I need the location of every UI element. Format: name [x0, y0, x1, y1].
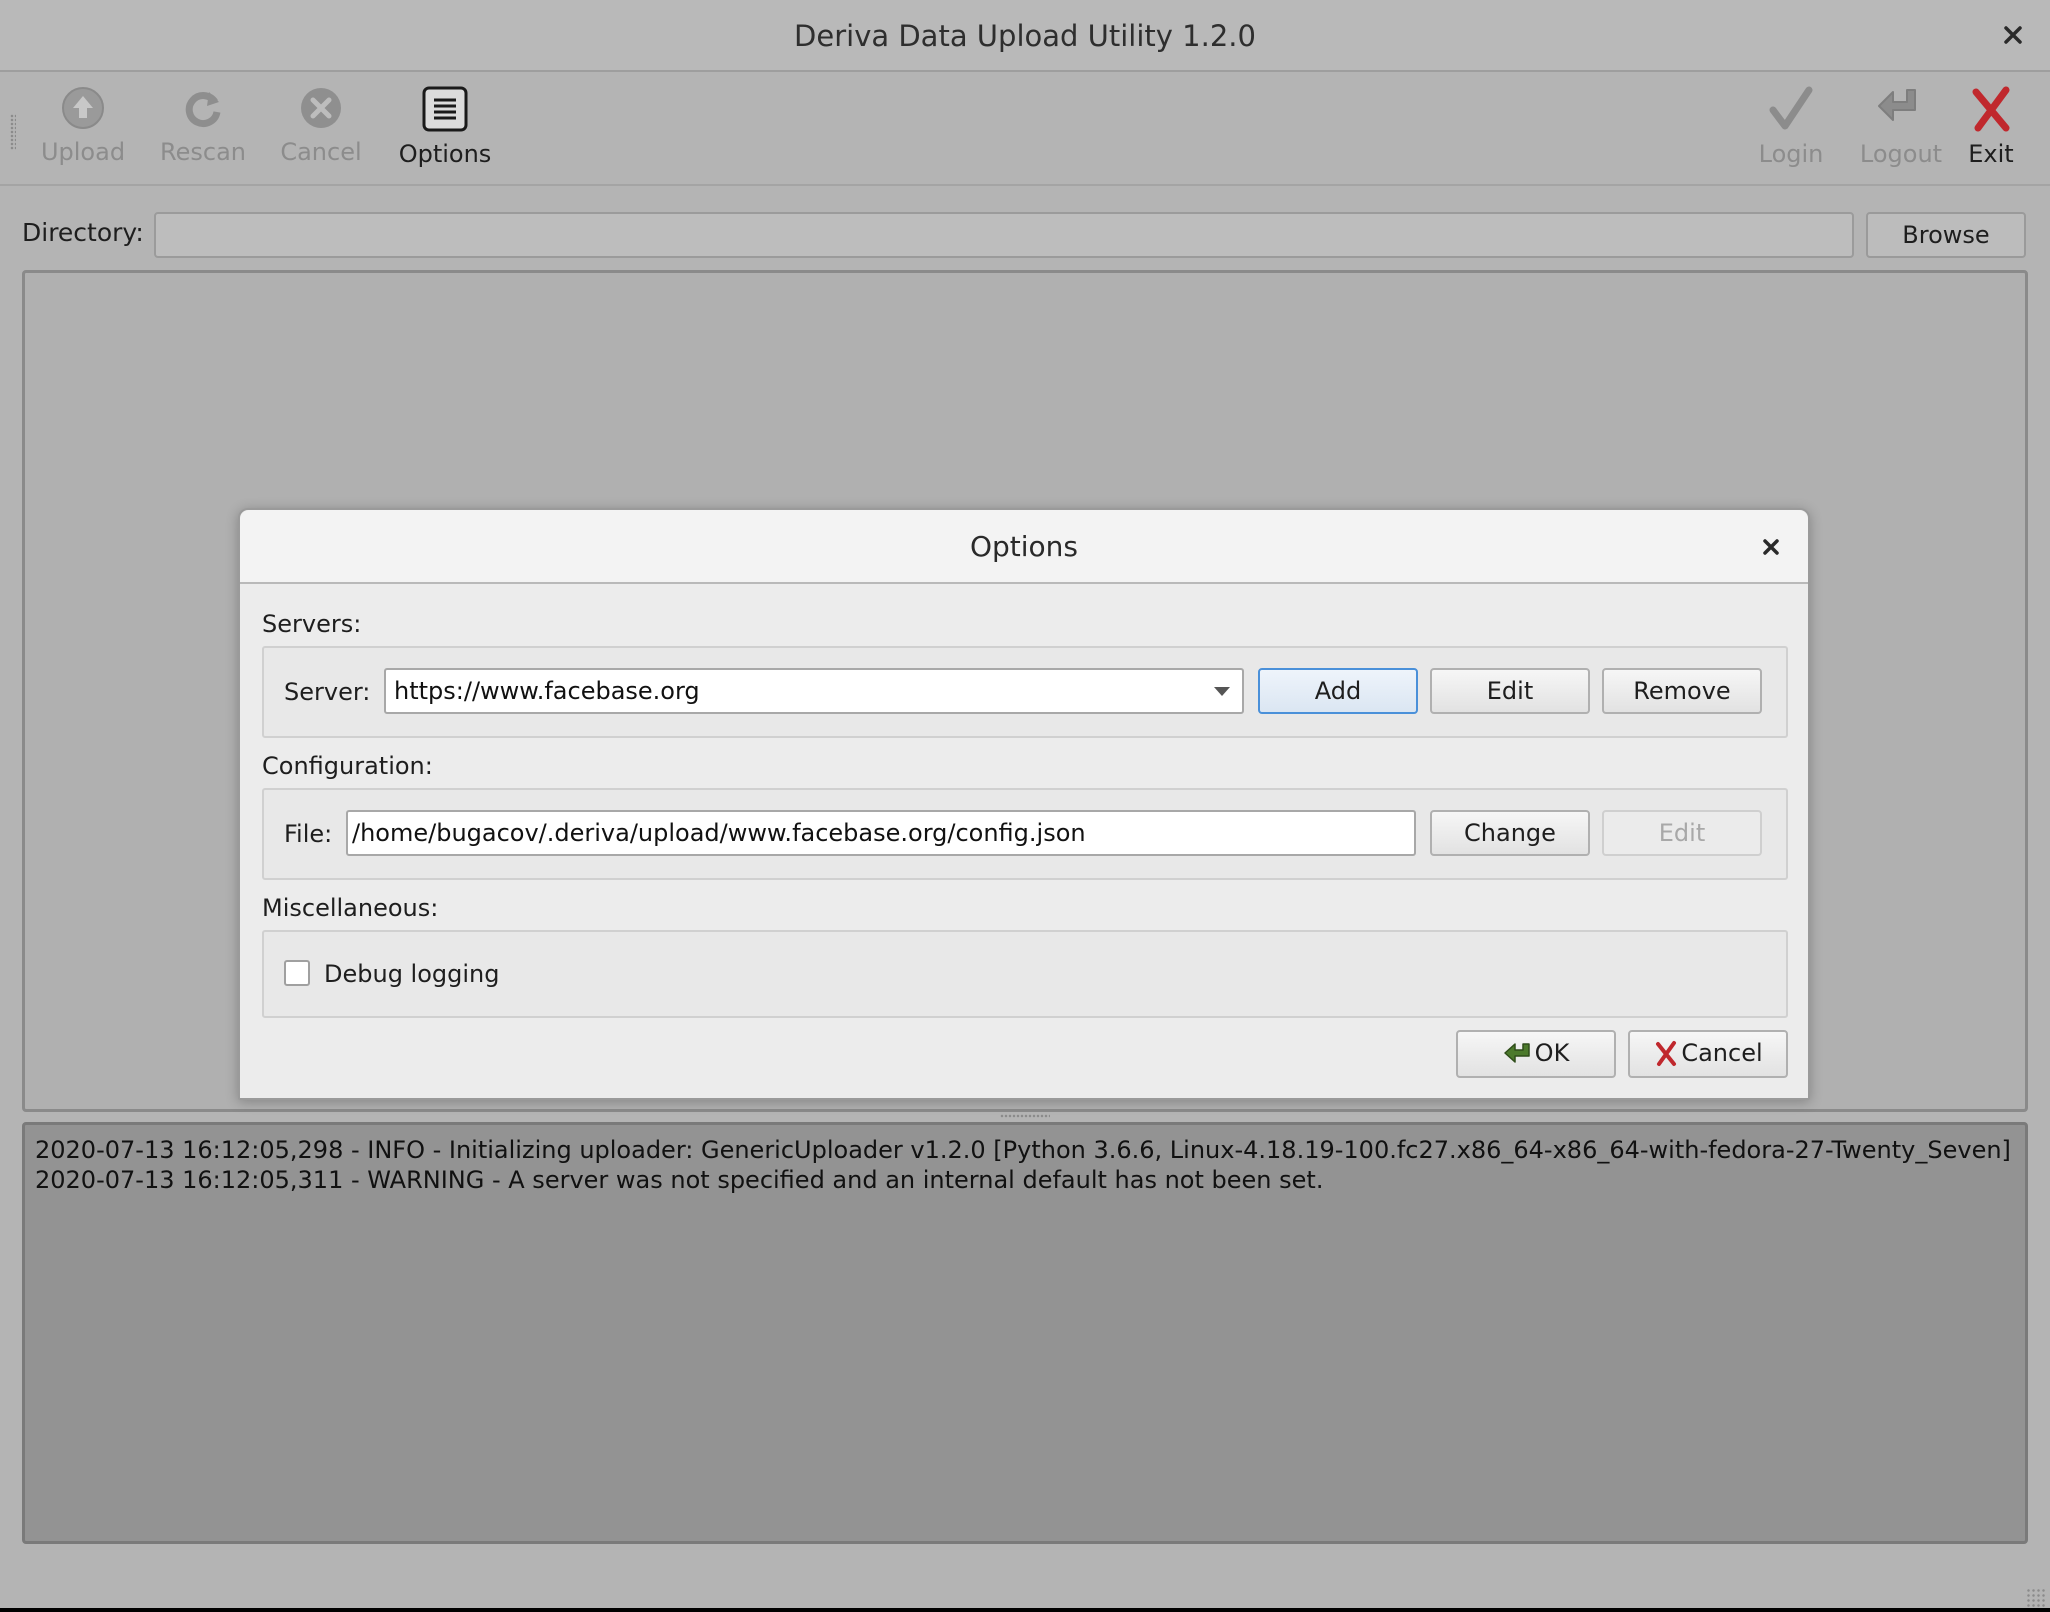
file-label: File: [284, 820, 333, 848]
logout-label: Logout [1859, 140, 1943, 168]
misc-group: Debug logging [262, 930, 1788, 1018]
options-dialog: Options Servers: Server: https://www.fac… [238, 508, 1810, 1100]
logout-arrow-icon [1878, 89, 1916, 121]
edit-server-button[interactable]: Edit [1430, 668, 1590, 714]
window-title: Deriva Data Upload Utility 1.2.0 [794, 19, 1256, 53]
options-button[interactable]: Options [390, 84, 500, 180]
log-panel[interactable]: 2020-07-13 16:12:05,298 - INFO - Initial… [22, 1122, 2028, 1544]
dialog-header: Options [240, 510, 1808, 584]
server-select[interactable]: https://www.facebase.org [384, 668, 1244, 714]
main-window: Deriva Data Upload Utility 1.2.0 Upload … [0, 0, 2050, 1612]
dialog-close-icon[interactable] [1756, 532, 1786, 562]
exit-label: Exit [1968, 140, 2014, 168]
configuration-group: File: /home/bugacov/.deriva/upload/www.f… [262, 788, 1788, 880]
toolbar: Upload Rescan Cancel Options Login Logou… [0, 74, 2050, 186]
login-label: Login [1758, 140, 1824, 168]
debug-logging-checkbox[interactable] [284, 960, 310, 986]
resize-grip[interactable] [2026, 1588, 2046, 1608]
screen-edge [0, 1608, 2050, 1612]
upload-label: Upload [40, 138, 126, 166]
dialog-title: Options [969, 530, 1079, 563]
rescan-button[interactable]: Rescan [148, 84, 258, 180]
dialog-cancel-label: Cancel [1681, 1039, 1763, 1067]
exit-button[interactable]: Exit [1946, 84, 2036, 180]
checkmark-icon [1769, 86, 1813, 130]
toolbar-grip[interactable] [10, 114, 16, 150]
upload-button[interactable]: Upload [28, 84, 138, 180]
directory-input[interactable] [154, 212, 1854, 258]
directory-label: Directory: [22, 218, 144, 247]
config-file-input[interactable]: /home/bugacov/.deriva/upload/www.facebas… [346, 810, 1416, 856]
options-label: Options [398, 140, 492, 168]
cancel-circle-icon [301, 88, 341, 128]
browse-button[interactable]: Browse [1866, 212, 2026, 258]
title-bar: Deriva Data Upload Utility 1.2.0 [0, 0, 2050, 72]
upload-arrow-icon [62, 87, 104, 129]
dialog-cancel-button[interactable]: Cancel [1628, 1030, 1788, 1078]
rescan-label: Rescan [160, 138, 246, 166]
server-label: Server: [284, 678, 371, 706]
exit-x-icon [1972, 86, 2010, 132]
ok-button[interactable]: OK [1456, 1030, 1616, 1078]
chevron-down-icon [1214, 687, 1230, 696]
servers-group: Server: https://www.facebase.org Add Edi… [262, 646, 1788, 738]
edit-config-button[interactable]: Edit [1602, 810, 1762, 856]
servers-section-label: Servers: [262, 610, 362, 638]
cancel-x-icon [1656, 1041, 1677, 1066]
misc-section-label: Miscellaneous: [262, 894, 439, 922]
options-list-icon [422, 86, 468, 132]
configuration-section-label: Configuration: [262, 752, 433, 780]
server-select-value: https://www.facebase.org [394, 677, 700, 705]
logout-button[interactable]: Logout [1846, 84, 1956, 180]
ok-label: OK [1534, 1039, 1570, 1067]
refresh-icon [185, 92, 221, 128]
remove-server-button[interactable]: Remove [1602, 668, 1762, 714]
login-button[interactable]: Login [1736, 84, 1846, 180]
splitter-handle[interactable] [1000, 1114, 1050, 1118]
cancel-toolbar-button[interactable]: Cancel [266, 84, 376, 180]
cancel-label: Cancel [280, 138, 362, 166]
log-line: 2020-07-13 16:12:05,298 - INFO - Initial… [35, 1136, 2011, 1164]
add-server-button[interactable]: Add [1258, 668, 1418, 714]
change-config-button[interactable]: Change [1430, 810, 1590, 856]
window-close-icon[interactable] [1996, 18, 2030, 52]
status-bar [0, 1546, 2050, 1612]
debug-logging-label[interactable]: Debug logging [324, 960, 500, 988]
ok-arrow-icon [1503, 1043, 1530, 1063]
log-line: 2020-07-13 16:12:05,311 - WARNING - A se… [35, 1166, 1324, 1194]
